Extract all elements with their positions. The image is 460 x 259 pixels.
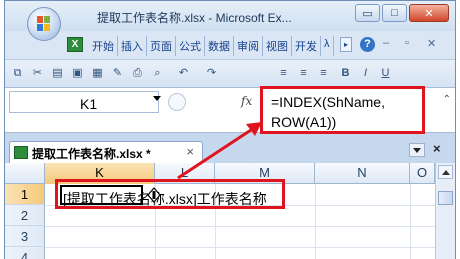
select-all-corner[interactable] bbox=[5, 163, 45, 184]
workbook-tab-label: 提取工作表名称.xlsx * bbox=[32, 147, 151, 161]
workbook-icon bbox=[14, 146, 28, 159]
quick-toolbar: ⧉ ✂ ▤ ▣ ▦ ✎ ⎙ ⌕ ↶ ↷ ≡ ≡ ≡ B I U bbox=[5, 59, 455, 87]
tab-formulas[interactable]: 公式 bbox=[176, 36, 205, 56]
bold-icon[interactable]: B bbox=[339, 67, 352, 80]
tab-extra[interactable]: λ bbox=[321, 36, 334, 56]
brush-icon[interactable]: ✎ bbox=[111, 67, 124, 80]
print-icon[interactable]: ⎙ bbox=[131, 67, 144, 80]
copy-icon[interactable]: ⧉ bbox=[11, 67, 24, 80]
search-icon[interactable]: ⌕ bbox=[151, 67, 164, 80]
align-center-icon[interactable]: ≡ bbox=[297, 67, 310, 80]
ribbon-tab-list: 开始 插入 页面 公式 数据 审阅 视图 开发 λ bbox=[89, 36, 334, 56]
row-header-4[interactable]: 4 bbox=[5, 247, 45, 259]
column-header-n[interactable]: N bbox=[315, 163, 410, 184]
paste-icon[interactable]: ▤ bbox=[51, 67, 64, 80]
workbook-tab-close-icon[interactable]: × bbox=[186, 144, 194, 159]
name-box[interactable]: K1 bbox=[9, 91, 159, 113]
scroll-thumb[interactable] bbox=[438, 191, 453, 205]
workbook-close-icon[interactable]: × bbox=[433, 141, 441, 156]
excel-icon[interactable]: X bbox=[67, 37, 83, 52]
office-button[interactable] bbox=[27, 7, 61, 41]
close-button[interactable]: ✕ bbox=[409, 4, 449, 22]
window-controls: ▭ □ ✕ bbox=[355, 4, 449, 22]
formula-bar-collapse-icon[interactable]: ⌃ bbox=[443, 94, 451, 105]
align-left-icon[interactable]: ≡ bbox=[277, 67, 290, 80]
workbook-tab-bar: 提取工作表名称.xlsx * × × bbox=[5, 133, 455, 163]
tab-insert[interactable]: 插入 bbox=[118, 36, 147, 56]
doc-minimize-button[interactable]: – bbox=[383, 37, 389, 49]
ribbon-more-button[interactable]: ▸ bbox=[340, 37, 352, 52]
gridline bbox=[315, 184, 316, 259]
doc-close-button[interactable]: ✕ bbox=[427, 37, 436, 50]
doc-restore-button[interactable]: ▫ bbox=[405, 37, 409, 49]
name-box-dropdown-icon[interactable] bbox=[153, 96, 161, 101]
spreadsheet-grid: K L M N O 1 2 3 4 [提取工作表名称.xlsx]工作表名称 bbox=[5, 163, 455, 259]
row-header-3[interactable]: 3 bbox=[5, 226, 45, 247]
cut-icon[interactable]: ✂ bbox=[31, 67, 44, 80]
fx-icon[interactable]: fx bbox=[241, 94, 252, 108]
gridline bbox=[45, 226, 435, 227]
row-header-2[interactable]: 2 bbox=[5, 205, 45, 226]
office-logo-icon bbox=[37, 16, 50, 31]
tab-page-layout[interactable]: 页面 bbox=[147, 36, 176, 56]
formula-expand-icon[interactable] bbox=[168, 93, 186, 111]
gridline bbox=[410, 184, 411, 259]
column-header-o[interactable]: O bbox=[410, 163, 435, 184]
redo-icon[interactable]: ↷ bbox=[205, 67, 218, 80]
name-box-value: K1 bbox=[80, 96, 98, 112]
formula-highlight-box bbox=[260, 86, 425, 134]
tab-data[interactable]: 数据 bbox=[205, 36, 234, 56]
tab-home[interactable]: 开始 bbox=[89, 36, 118, 56]
undo-icon[interactable]: ↶ bbox=[177, 67, 190, 80]
help-icon[interactable]: ? bbox=[360, 37, 375, 52]
save-icon[interactable]: ▣ bbox=[71, 67, 84, 80]
workbook-list-dropdown[interactable] bbox=[409, 143, 425, 157]
title-bar: 提取工作表名称.xlsx - Microsoft Ex... ▭ □ ✕ bbox=[5, 1, 455, 31]
window-title: 提取工作表名称.xlsx - Microsoft Ex... bbox=[97, 11, 292, 25]
align-right-icon[interactable]: ≡ bbox=[317, 67, 330, 80]
vertical-scrollbar[interactable] bbox=[435, 163, 455, 259]
italic-icon[interactable]: I bbox=[359, 67, 372, 80]
underline-icon[interactable]: U bbox=[379, 67, 392, 80]
chart-icon[interactable]: ▦ bbox=[91, 67, 104, 80]
row-header-1[interactable]: 1 bbox=[5, 184, 45, 205]
tab-view[interactable]: 视图 bbox=[263, 36, 292, 56]
ribbon-tabs-row: X 开始 插入 页面 公式 数据 审阅 视图 开发 λ ▸ ? – ▫ ✕ bbox=[5, 31, 455, 59]
result-highlight-box bbox=[55, 179, 285, 209]
scroll-up-icon[interactable] bbox=[438, 165, 453, 179]
workbook-tab[interactable]: 提取工作表名称.xlsx * × bbox=[9, 141, 203, 163]
tab-developer[interactable]: 开发 bbox=[292, 36, 321, 56]
maximize-button[interactable]: □ bbox=[382, 4, 407, 22]
minimize-button[interactable]: ▭ bbox=[355, 4, 380, 22]
gridline bbox=[45, 247, 435, 248]
tab-review[interactable]: 审阅 bbox=[234, 36, 263, 56]
